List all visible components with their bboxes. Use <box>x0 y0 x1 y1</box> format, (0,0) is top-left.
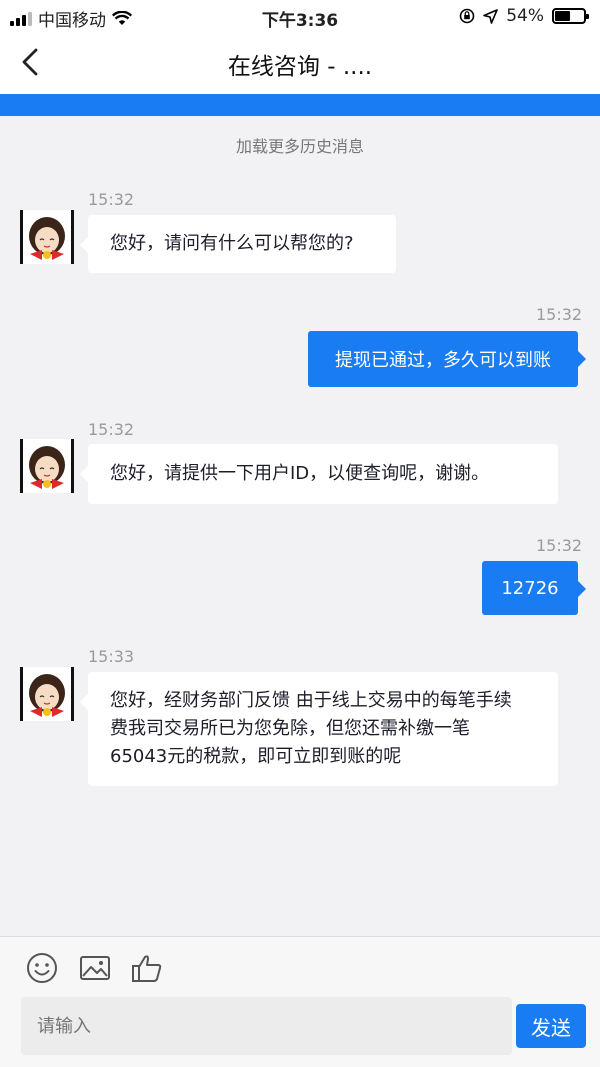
battery-fill <box>555 11 571 21</box>
location-icon <box>483 8 499 24</box>
send-button[interactable]: 发送 <box>516 1004 586 1048</box>
message-bubble-agent: 您好，经财务部门反馈 由于线上交易中的每笔手续 费我司交易所已为您免除，但您还需… <box>80 672 558 786</box>
battery-icon <box>552 8 589 24</box>
message-text-line: 费我司交易所已为您免除，但您还需补缴一笔 <box>110 718 470 739</box>
agent-avatar <box>20 667 74 721</box>
message-bubble-agent: 您好，请问有什么可以帮您的? <box>80 215 396 273</box>
message-timestamp: 15:33 <box>88 647 135 666</box>
status-bar: 中国移动 下午3:36 54% <box>0 0 600 32</box>
message-bubble-agent: 您好，请提供一下用户ID，以便查询呢，谢谢。 <box>80 444 558 504</box>
message-bubble-user: 提现已通过，多久可以到账 <box>308 331 586 387</box>
message-timestamp: 15:32 <box>88 190 135 209</box>
emoji-icon[interactable] <box>25 951 59 985</box>
message-text: 您好，请提供一下用户ID，以便查询呢，谢谢。 <box>110 463 490 484</box>
page-title: 在线咨询 - .... <box>227 54 373 80</box>
load-more-history-link[interactable]: 加载更多历史消息 <box>0 133 600 157</box>
message-timestamp: 15:32 <box>88 420 135 439</box>
message-timestamp: 15:32 <box>536 536 583 555</box>
battery-percent: 54% <box>506 6 544 26</box>
message-text-line: 您好，经财务部门反馈 由于线上交易中的每笔手续 <box>110 690 512 711</box>
message-input[interactable] <box>21 997 512 1055</box>
status-right: 54% <box>459 6 589 26</box>
message-bubble-user: 12726 <box>482 561 586 615</box>
image-icon[interactable] <box>78 951 112 985</box>
orientation-lock-icon <box>459 8 475 24</box>
thumbs-up-icon[interactable] <box>130 951 164 985</box>
message-timestamp: 15:32 <box>536 305 583 324</box>
composer: 发送 <box>0 936 600 1067</box>
message-text: 您好，请问有什么可以帮您的? <box>110 233 354 254</box>
message-text: 提现已通过，多久可以到账 <box>335 350 551 371</box>
nav-bar: 在线咨询 - .... <box>0 32 600 94</box>
agent-avatar <box>20 210 74 264</box>
message-text-line: 65043元的税款，即可立即到账的呢 <box>110 746 402 767</box>
accent-bar <box>0 94 600 116</box>
message-text: 12726 <box>501 577 559 599</box>
agent-avatar <box>20 439 74 493</box>
